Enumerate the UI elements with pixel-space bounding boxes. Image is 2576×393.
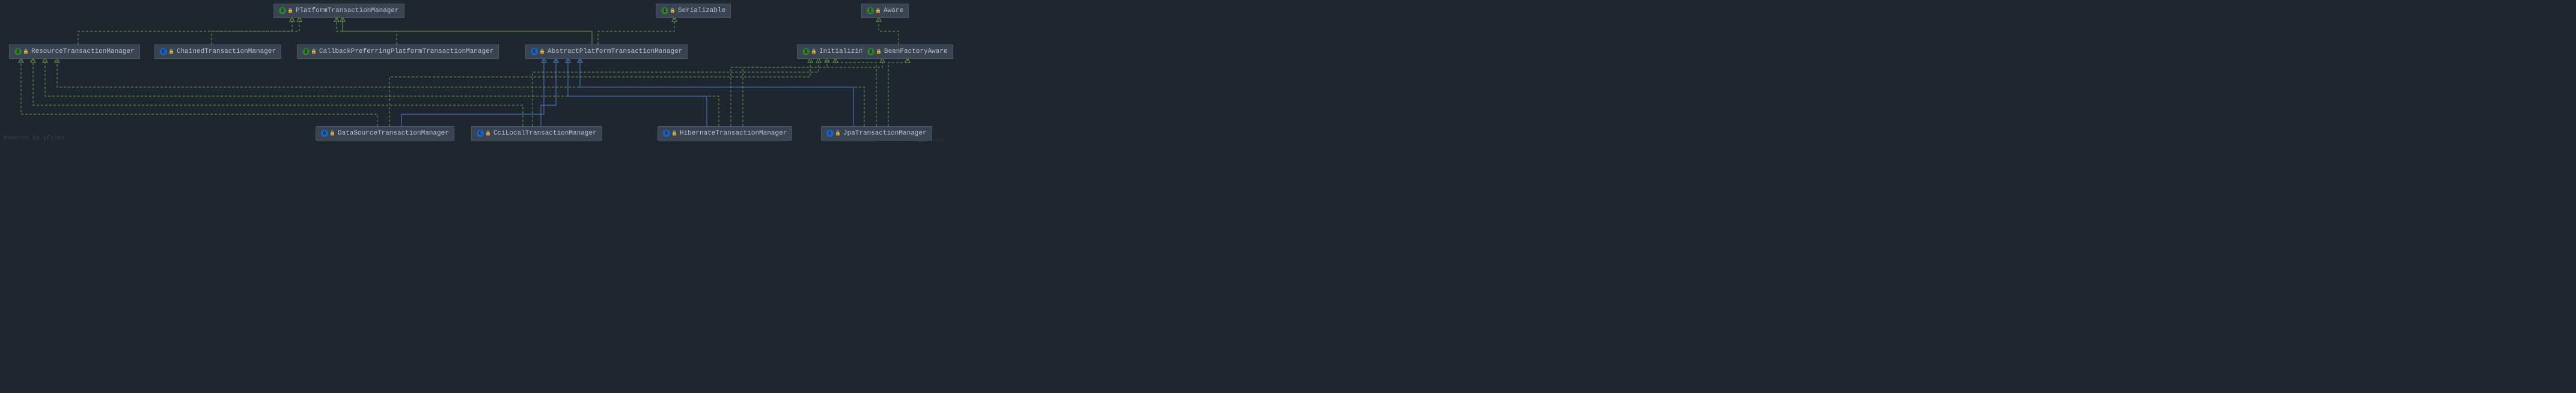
interface-icon: I	[802, 48, 810, 55]
node-label: ResourceTransactionManager	[31, 48, 135, 55]
node-label: JpaTransactionManager	[843, 130, 927, 137]
node-label: Serializable	[678, 7, 725, 14]
node-jpa-tm[interactable]: C🔒JpaTransactionManager	[821, 126, 932, 141]
node-label: DataSourceTransactionManager	[338, 130, 449, 137]
lock-icon: 🔒	[811, 49, 817, 55]
node-label: CciLocalTransactionManager	[493, 130, 597, 137]
lock-icon: 🔒	[670, 8, 676, 14]
class-icon: C	[321, 130, 328, 137]
node-label: PlatformTransactionManager	[296, 7, 399, 14]
lock-icon: 🔒	[876, 49, 882, 55]
node-label: Aware	[884, 7, 903, 14]
node-abstract-platform-tm[interactable]: C🔒AbstractPlatformTransactionManager	[525, 44, 688, 59]
node-label: AbstractPlatformTransactionManager	[548, 48, 682, 55]
interface-icon: I	[14, 48, 22, 55]
watermark-left: Powered by yFiles	[4, 135, 65, 142]
class-icon: C	[477, 130, 484, 137]
class-icon: C	[531, 48, 538, 55]
interface-icon: I	[661, 7, 668, 14]
class-diagram-canvas: I🔒PlatformTransactionManager I🔒Serializa…	[0, 0, 948, 144]
class-icon: C	[663, 130, 670, 137]
lock-icon: 🔒	[485, 130, 491, 136]
lock-icon: 🔒	[875, 8, 881, 14]
node-hibernate-tm[interactable]: C🔒HibernateTransactionManager	[658, 126, 792, 141]
node-cci-local-tm[interactable]: C🔒CciLocalTransactionManager	[471, 126, 602, 141]
interface-icon: I	[867, 48, 874, 55]
lock-icon: 🔒	[311, 49, 317, 55]
node-datasource-tm[interactable]: C🔒DataSourceTransactionManager	[316, 126, 454, 141]
lock-icon: 🔒	[168, 49, 174, 55]
lock-icon: 🔒	[539, 49, 545, 55]
lock-icon: 🔒	[287, 8, 293, 14]
node-resource-transaction-manager[interactable]: I🔒ResourceTransactionManager	[9, 44, 140, 59]
node-serializable[interactable]: I🔒Serializable	[656, 4, 731, 18]
interface-icon: I	[302, 48, 310, 55]
node-platform-transaction-manager[interactable]: I🔒PlatformTransactionManager	[273, 4, 404, 18]
class-icon: C	[826, 130, 834, 137]
lock-icon: 🔒	[835, 130, 841, 136]
node-label: HibernateTransactionManager	[680, 130, 787, 137]
node-bean-factory-aware[interactable]: I🔒BeanFactoryAware	[862, 44, 953, 59]
lock-icon: 🔒	[671, 130, 677, 136]
node-chained-transaction-manager[interactable]: C🔒ChainedTransactionManager	[154, 44, 281, 59]
node-aware[interactable]: I🔒Aware	[861, 4, 909, 18]
connectors-svg	[0, 0, 948, 144]
interface-icon: I	[867, 7, 874, 14]
node-callback-preferring-ptm[interactable]: I🔒CallbackPreferringPlatformTransactionM…	[297, 44, 499, 59]
lock-icon: 🔒	[329, 130, 335, 136]
node-label: CallbackPreferringPlatformTransactionMan…	[319, 48, 493, 55]
class-icon: C	[160, 48, 167, 55]
interface-icon: I	[279, 7, 286, 14]
lock-icon: 🔒	[23, 49, 29, 55]
node-label: BeanFactoryAware	[884, 48, 948, 55]
node-label: ChainedTransactionManager	[177, 48, 276, 55]
